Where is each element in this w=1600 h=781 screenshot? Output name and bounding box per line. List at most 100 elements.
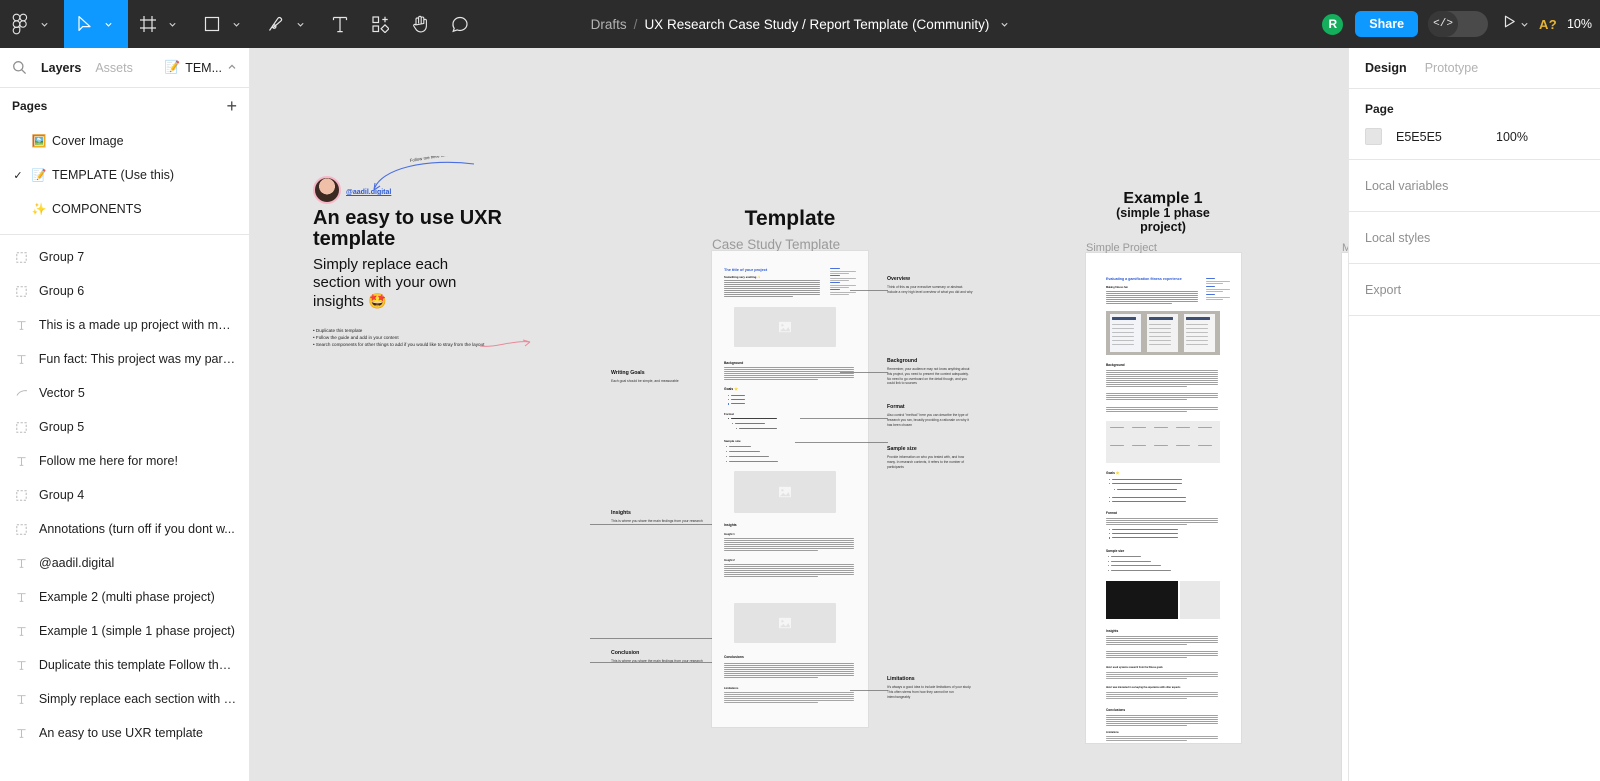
page-item-cover-image[interactable]: 🖼️ Cover Image bbox=[0, 124, 249, 158]
layer-row[interactable]: Annotations (turn off if you dont w... bbox=[0, 512, 249, 546]
text-line bbox=[724, 570, 854, 571]
add-page-button[interactable]: + bbox=[226, 97, 237, 115]
text-line bbox=[830, 268, 840, 270]
dev-mode-toggle[interactable]: </> bbox=[1428, 11, 1489, 37]
layer-row[interactable]: Group 6 bbox=[0, 274, 249, 308]
section-heading: The title of your project bbox=[724, 267, 768, 272]
layer-row[interactable]: Follow me here for more! bbox=[0, 444, 249, 478]
tab-design[interactable]: Design bbox=[1365, 61, 1407, 75]
text-line bbox=[1198, 445, 1212, 446]
color-swatch[interactable] bbox=[1365, 128, 1382, 145]
figma-menu-button[interactable] bbox=[0, 0, 64, 48]
present-chevron-down-icon[interactable] bbox=[1520, 20, 1529, 29]
page-item-components[interactable]: ✨ COMPONENTS bbox=[0, 192, 249, 226]
frame-heading-template: Template bbox=[744, 207, 836, 230]
group-layer-icon bbox=[14, 420, 29, 435]
text-line bbox=[729, 461, 778, 462]
group-layer-icon bbox=[14, 488, 29, 503]
text-line bbox=[724, 369, 854, 370]
text-line bbox=[724, 700, 854, 701]
page-item-template[interactable]: ✓ 📝 TEMPLATE (Use this) bbox=[0, 158, 249, 192]
layer-name: Group 4 bbox=[39, 488, 85, 502]
text-line bbox=[1149, 324, 1171, 326]
heading-line-1: Example 1 bbox=[1123, 190, 1203, 207]
tab-prototype[interactable]: Prototype bbox=[1425, 61, 1479, 75]
layer-row[interactable]: Example 2 (multi phase project) bbox=[0, 580, 249, 614]
breadcrumb-file-name[interactable]: UX Research Case Study / Report Template… bbox=[644, 17, 989, 32]
template-document-frame[interactable]: The title of your project Something very … bbox=[712, 251, 868, 727]
layer-row[interactable]: Fun fact: This project was my part ... bbox=[0, 342, 249, 376]
comment-tool-button[interactable] bbox=[440, 0, 480, 48]
top-toolbar: Drafts / UX Research Case Study / Report… bbox=[0, 0, 1600, 48]
layer-row[interactable]: Example 1 (simple 1 phase project) bbox=[0, 614, 249, 648]
shape-tool-button[interactable] bbox=[192, 0, 256, 48]
tab-assets[interactable]: Assets bbox=[95, 61, 133, 75]
hand-tool-button[interactable] bbox=[400, 0, 440, 48]
resources-tool-button[interactable] bbox=[360, 0, 400, 48]
text-line bbox=[1106, 397, 1218, 398]
text-tool-button[interactable] bbox=[320, 0, 360, 48]
layer-row[interactable]: @aadil.digital bbox=[0, 546, 249, 580]
text-line bbox=[1106, 651, 1218, 652]
frame-tool-button[interactable] bbox=[128, 0, 192, 48]
color-opacity-value[interactable]: 100% bbox=[1496, 130, 1528, 144]
section-heading: Format bbox=[1106, 511, 1117, 515]
layer-row[interactable]: Group 7 bbox=[0, 240, 249, 274]
frame-heading-example-1: Example 1 (simple 1 phase project) bbox=[1063, 190, 1263, 234]
tab-layers[interactable]: Layers bbox=[41, 61, 81, 75]
file-menu-chevron-down-icon[interactable] bbox=[996, 20, 1009, 29]
text-line bbox=[724, 294, 820, 295]
text-line bbox=[830, 292, 856, 293]
pen-tool-button[interactable] bbox=[256, 0, 320, 48]
layer-row[interactable]: Duplicate this template Follow the ... bbox=[0, 648, 249, 682]
canvas[interactable]: @aadil.digital Follow me here for more! … bbox=[250, 48, 1348, 781]
avatar[interactable]: R bbox=[1320, 11, 1346, 37]
library-chip[interactable]: 📝 TEM... bbox=[165, 60, 237, 75]
example-1-document-frame[interactable]: Evaluating a gamification fitness experi… bbox=[1086, 253, 1241, 743]
present-button[interactable] bbox=[1498, 14, 1529, 34]
move-tool-button[interactable] bbox=[64, 0, 128, 48]
layer-row[interactable]: Group 5 bbox=[0, 410, 249, 444]
chevron-down-icon bbox=[97, 13, 119, 35]
export-row[interactable]: Export bbox=[1349, 264, 1600, 316]
text-line bbox=[1108, 556, 1110, 558]
zoom-level[interactable]: 10% bbox=[1567, 17, 1592, 31]
text-line bbox=[726, 456, 728, 458]
text-line bbox=[1106, 636, 1218, 637]
layer-row[interactable]: Group 4 bbox=[0, 478, 249, 512]
layer-row[interactable]: Simply replace each section with y... bbox=[0, 682, 249, 716]
text-line bbox=[1106, 638, 1218, 639]
arrow-scribble-icon bbox=[479, 339, 531, 347]
example-2-document-frame[interactable]: Chatbot researchA test for all your need… bbox=[1342, 253, 1348, 781]
accessibility-badge[interactable]: A? bbox=[1539, 17, 1557, 32]
figma-logo-icon bbox=[9, 13, 31, 35]
layer-row[interactable]: Vector 5 bbox=[0, 376, 249, 410]
section-heading: Limitations bbox=[724, 687, 739, 690]
section-heading: Something very exciting ✨ bbox=[724, 275, 761, 279]
color-hex-value[interactable]: E5E5E5 bbox=[1396, 130, 1482, 144]
text-line bbox=[724, 698, 854, 699]
pages-title: Pages bbox=[12, 99, 48, 113]
share-button[interactable]: Share bbox=[1355, 10, 1419, 38]
scribble-arrow-icon: Follow me here for more! bbox=[373, 156, 475, 191]
text-line bbox=[1106, 299, 1198, 300]
layer-row[interactable]: This is a made up project with mul... bbox=[0, 308, 249, 342]
text-line bbox=[830, 289, 840, 291]
text-line bbox=[1106, 295, 1198, 296]
layer-name: Simply replace each section with y... bbox=[38, 692, 237, 706]
text-line bbox=[1206, 298, 1224, 300]
text-line bbox=[1106, 736, 1218, 737]
text-line bbox=[1109, 479, 1111, 481]
text-layer-icon bbox=[14, 352, 29, 367]
local-styles-row[interactable]: Local styles bbox=[1349, 212, 1600, 264]
chevron-up-icon[interactable] bbox=[227, 61, 237, 75]
text-line bbox=[724, 292, 820, 293]
export-label: Export bbox=[1365, 282, 1402, 297]
text-layer-icon bbox=[14, 726, 29, 741]
search-icon[interactable] bbox=[12, 60, 27, 75]
text-line bbox=[1112, 479, 1182, 480]
annotation-title: Insights bbox=[611, 510, 631, 516]
breadcrumb-drafts[interactable]: Drafts bbox=[591, 17, 627, 32]
local-variables-row[interactable]: Local variables bbox=[1349, 160, 1600, 212]
layer-row[interactable]: An easy to use UXR template bbox=[0, 716, 249, 750]
